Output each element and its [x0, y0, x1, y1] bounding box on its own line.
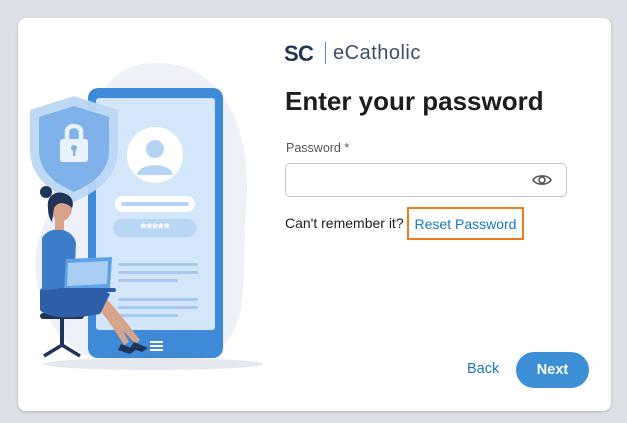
next-button[interactable]: Next [516, 352, 589, 388]
logo-divider [325, 42, 326, 64]
ground-shadow [43, 358, 263, 370]
svg-text:S: S [284, 41, 298, 66]
masked-password-text: ***** [140, 220, 169, 237]
user-avatar-icon [127, 127, 183, 183]
recovery-prompt: Can't remember it? [285, 215, 404, 231]
password-field[interactable] [285, 163, 567, 198]
brand-name: eCatholic [333, 41, 421, 64]
back-button[interactable]: Back [467, 361, 499, 377]
password-input[interactable] [294, 164, 528, 198]
password-label: Password * [286, 141, 350, 155]
page-title: Enter your password [285, 86, 544, 116]
reset-password-link[interactable]: Reset Password [415, 216, 517, 232]
ecatholic-logo-icon: S C [284, 41, 314, 66]
eye-icon[interactable] [532, 172, 552, 188]
login-illustration: ***** [30, 63, 263, 370]
brand-logo: S C eCatholic [284, 39, 421, 67]
svg-text:C: C [298, 41, 314, 66]
reset-password-highlight: Reset Password [407, 207, 524, 240]
